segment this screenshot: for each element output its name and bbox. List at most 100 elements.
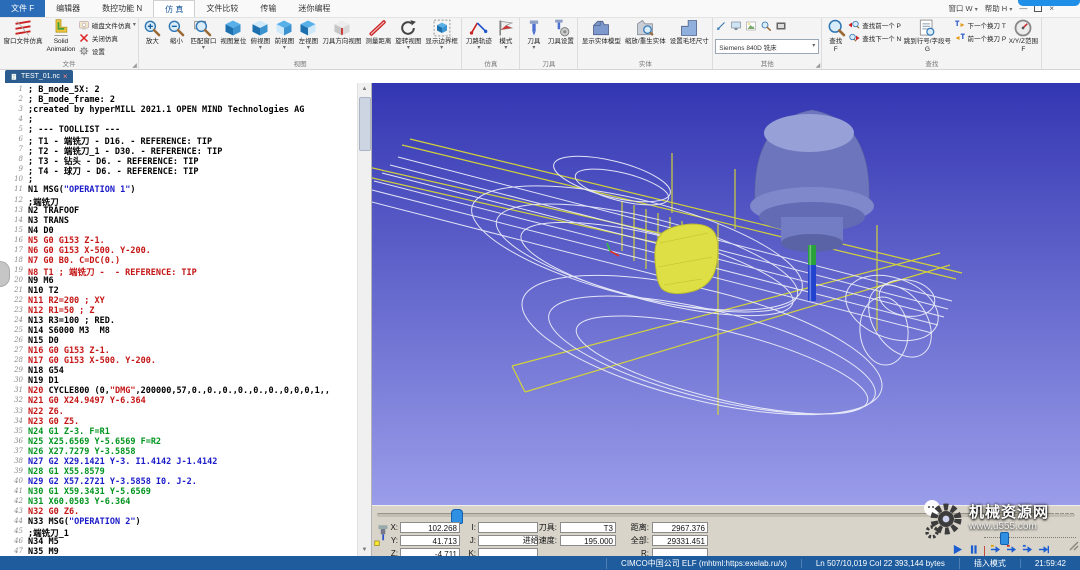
code-line-33[interactable]: 33N22 Z6. xyxy=(0,407,358,417)
ribbon-tab-6[interactable]: 迷你编程 xyxy=(287,0,341,17)
button-find-previous[interactable]: 查找前一个 P xyxy=(848,19,901,31)
code-line-2[interactable]: 2; B_mode_frame: 2 xyxy=(0,95,358,105)
button-tool-direction-view[interactable]: 刀具方向视图 xyxy=(321,18,363,46)
button-fit-window[interactable]: 匹配窗口▾ xyxy=(189,18,218,51)
button-tool[interactable]: 刀具▾ xyxy=(522,18,545,51)
ribbon-tab-4[interactable]: 文件比较 xyxy=(195,0,249,17)
button-find-next[interactable]: 查找下一个 N xyxy=(848,32,901,44)
x-position-field[interactable]: 102.268 xyxy=(400,522,460,533)
code-line-19[interactable]: 19N8 T1 ; 端铣刀 - - REFERENCE: TIP xyxy=(0,266,358,276)
button-simulation-mode[interactable]: 模式▾ xyxy=(494,18,517,51)
restore-button[interactable] xyxy=(1034,5,1042,12)
code-line-13[interactable]: 13N2 TRAFOOF xyxy=(0,206,358,216)
button-toolpath-trace[interactable]: 刀路轨迹▾ xyxy=(464,18,493,51)
button-zoom-window[interactable] xyxy=(760,19,772,37)
distance-field[interactable]: 2967.376 xyxy=(652,522,708,533)
y-position-field[interactable]: 41.713 xyxy=(400,535,460,546)
ribbon-tab-1[interactable]: 编辑器 xyxy=(45,0,91,17)
code-line-15[interactable]: 15N4 D0 xyxy=(0,226,358,236)
button-show-bounding-box[interactable]: 显示边界框▾ xyxy=(424,18,460,51)
button-rescale-solid[interactable]: 缩放/重生实体 xyxy=(623,18,667,46)
button-xyz-range[interactable]: X/Y/Z范围F xyxy=(1007,18,1039,53)
code-line-18[interactable]: 18N7 G0 B0. C=DC(0.) xyxy=(0,256,358,266)
code-line-24[interactable]: 24N13 R3=100 ; RED. xyxy=(0,316,358,326)
code-line-34[interactable]: 34N23 G0 Z5. xyxy=(0,417,358,427)
button-front-view[interactable]: 前视图▾ xyxy=(273,18,296,51)
total-distance-field[interactable]: 29331.451 xyxy=(652,535,708,546)
code-line-28[interactable]: 28N17 G0 G153 X-500. Y-200. xyxy=(0,356,358,366)
code-line-37[interactable]: 37N26 X27.7279 Y-3.5858 xyxy=(0,447,358,457)
ribbon-tab-3[interactable]: 仿 真 xyxy=(153,0,195,17)
code-editor[interactable]: 1; B_mode_5X: 22; B_mode_frame: 23;creat… xyxy=(0,83,372,556)
button-window-file-simulation[interactable]: 窗口文件仿真 xyxy=(2,18,44,46)
button-film[interactable] xyxy=(775,19,787,37)
code-line-21[interactable]: 21N10 T2 xyxy=(0,286,358,296)
simulation-viewport[interactable] xyxy=(372,83,1080,505)
help-menu[interactable]: 帮助 H ▾ xyxy=(985,3,1013,14)
button-pan[interactable] xyxy=(715,19,727,37)
code-line-36[interactable]: 36N25 X25.6569 Y-5.6569 F=R2 xyxy=(0,437,358,447)
status-insert-mode[interactable]: 插入模式 xyxy=(959,558,1020,569)
resize-grip[interactable] xyxy=(1069,538,1079,556)
button-set-stock-size[interactable]: 设置毛坯尺寸 xyxy=(668,18,710,46)
button-solid-animation[interactable]: SolidAnimation xyxy=(45,18,77,53)
dialog-launcher-icon[interactable]: ◢ xyxy=(132,62,137,69)
scrollbar-thumb[interactable] xyxy=(359,97,371,151)
button-zoom-out[interactable]: 缩小 xyxy=(165,18,188,46)
code-line-7[interactable]: 7; T2 - 端铣刀_1 - D30. - REFERENCE: TIP xyxy=(0,145,358,155)
code-line-4[interactable]: 4; xyxy=(0,115,358,125)
button-left-view[interactable]: 左视图▾ xyxy=(297,18,320,51)
button-measure-distance[interactable]: 测量距离 xyxy=(364,18,393,46)
code-line-8[interactable]: 8; T3 - 钻头 - D6. - REFERENCE: TIP xyxy=(0,155,358,165)
document-tab[interactable]: TEST_01.nc × xyxy=(5,70,73,83)
code-line-29[interactable]: 29N18 G54 xyxy=(0,366,358,376)
button-monitor[interactable] xyxy=(730,19,742,37)
close-tab-icon[interactable]: × xyxy=(63,73,68,81)
button-show-solid-model[interactable]: 显示实体模型 xyxy=(580,18,622,46)
machine-type-select[interactable]: Siemens 840D 铣床▾ xyxy=(715,39,819,54)
code-line-39[interactable]: 39N28 G1 X55.8579 xyxy=(0,467,358,477)
code-line-17[interactable]: 17N6 G0 G153 X-500. Y-200. xyxy=(0,246,358,256)
button-next-toolchange[interactable]: 下一个换刀 T xyxy=(954,19,1007,31)
code-line-9[interactable]: 9; T4 - 球刀 - D6. - REFERENCE: TIP xyxy=(0,165,358,175)
code-line-31[interactable]: 31N20 CYCLE800 (0,"DMG",200000,57,0.,0.,… xyxy=(0,386,358,396)
code-line-6[interactable]: 6; T1 - 端铣刀 - D16. - REFERENCE: TIP xyxy=(0,135,358,145)
code-line-46[interactable]: 46N34 M5 xyxy=(0,537,358,547)
code-line-26[interactable]: 26N15 D0 xyxy=(0,336,358,346)
ribbon-tab-2[interactable]: 数控功能 N xyxy=(91,0,153,17)
code-line-44[interactable]: 44N33 MSG("OPERATION 2") xyxy=(0,517,358,527)
code-line-35[interactable]: 35N24 G1 Z-3. F=R1 xyxy=(0,427,358,437)
code-line-42[interactable]: 42N31 X60.0503 Y-6.364 xyxy=(0,497,358,507)
button-goto-line[interactable]: 跳到行号/字段号G xyxy=(902,18,952,53)
code-line-11[interactable]: 11N1 MSG("OPERATION 1") xyxy=(0,185,358,195)
button-tool-settings[interactable]: 刀具设置 xyxy=(546,18,575,46)
code-line-45[interactable]: 45;端铣刀_1 xyxy=(0,527,358,537)
code-line-30[interactable]: 30N19 D1 xyxy=(0,376,358,386)
button-disk-file-simulation[interactable]: 磁盘文件仿真▾ xyxy=(78,19,136,31)
button-close-simulation[interactable]: 关闭仿真 xyxy=(78,32,136,44)
code-line-12[interactable]: 12;端铣刀 xyxy=(0,196,358,206)
code-line-32[interactable]: 32N21 G0 X24.9497 Y-6.364 xyxy=(0,396,358,406)
button-find[interactable]: 查找F xyxy=(824,18,847,53)
dialog-launcher-icon[interactable]: ◢ xyxy=(816,62,821,69)
window-menu[interactable]: 窗口 W ▾ xyxy=(948,3,977,14)
scroll-down-icon[interactable]: ▼ xyxy=(358,544,371,556)
code-line-16[interactable]: 16N5 G0 G153 Z-1. xyxy=(0,236,358,246)
code-line-41[interactable]: 41N30 G1 X59.3431 Y-5.6569 xyxy=(0,487,358,497)
button-zoom-in[interactable]: 放大 xyxy=(141,18,164,46)
button-top-view[interactable]: 俯视图▾ xyxy=(249,18,272,51)
code-line-38[interactable]: 38N27 G2 X29.1421 Y-3. I1.4142 J-1.4142 xyxy=(0,457,358,467)
scroll-up-icon[interactable]: ▲ xyxy=(358,83,371,95)
ribbon-tab-5[interactable]: 传输 xyxy=(249,0,287,17)
button-rotate-view[interactable]: 旋转视图▾ xyxy=(394,18,423,51)
code-line-40[interactable]: 40N29 G2 X57.2721 Y-3.5858 I0. J-2. xyxy=(0,477,358,487)
editor-scrollbar[interactable]: ▲ ▼ xyxy=(357,83,371,556)
code-line-22[interactable]: 22N11 R2=200 ; XY xyxy=(0,296,358,306)
ribbon-tab-0[interactable]: 文件 F xyxy=(0,0,45,17)
code-line-25[interactable]: 25N14 S6000 M3 M8 xyxy=(0,326,358,336)
code-line-43[interactable]: 43N32 G0 Z6. xyxy=(0,507,358,517)
button-simulation-settings[interactable]: 设置 xyxy=(78,45,136,57)
code-line-5[interactable]: 5; --- TOOLLIST --- xyxy=(0,125,358,135)
code-line-1[interactable]: 1; B_mode_5X: 2 xyxy=(0,85,358,95)
code-line-23[interactable]: 23N12 R1=50 ; Z xyxy=(0,306,358,316)
